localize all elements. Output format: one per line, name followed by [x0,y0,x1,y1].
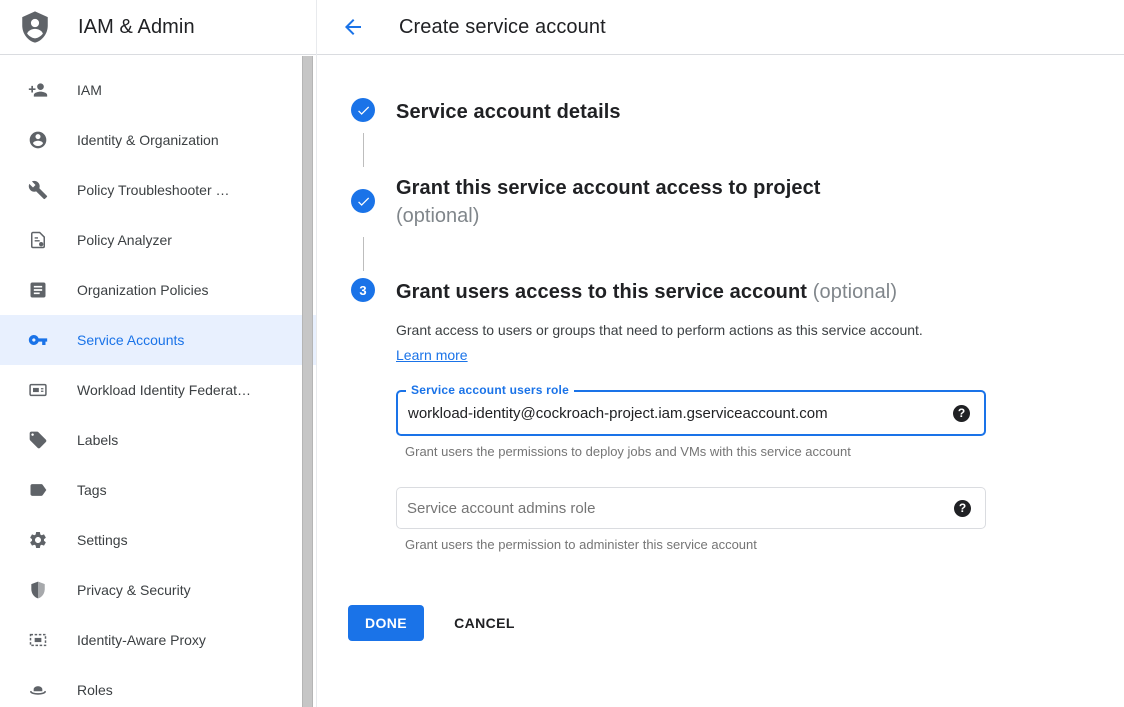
help-icon[interactable] [954,500,971,517]
sidebar-item-tags[interactable]: Tags [0,465,316,515]
document-list-icon [28,280,48,300]
learn-more-link[interactable]: Learn more [396,347,468,363]
sidebar-item-label: Identity-Aware Proxy [77,632,206,648]
app-window: IAM & Admin IAM Identity & Organization … [0,0,1124,707]
proxy-icon [28,630,48,650]
shield-icon [28,580,48,600]
sidebar-item-label: Settings [77,532,128,548]
step-connector-line [363,237,364,271]
badge-card-icon [28,380,48,400]
sidebar-item-label: Labels [77,432,118,448]
sidebar-item-organization-policies[interactable]: Organization Policies [0,265,316,315]
step-connector-line [363,133,364,167]
page-title: Create service account [399,16,606,39]
step-description: Grant access to users or groups that nee… [396,318,941,368]
iam-admin-shield-icon [18,10,52,44]
sidebar-item-roles[interactable]: Roles [0,665,316,707]
service-account-admins-role-input[interactable] [397,488,954,528]
app-title: IAM & Admin [78,16,195,39]
step-grant-access-to-project: Grant this service account access to pro… [351,174,1124,230]
service-account-admins-role-field [396,487,986,529]
service-account-users-role-field: Service account users role [396,390,986,436]
document-gear-icon [28,230,48,250]
sidebar-item-workload-identity-federation[interactable]: Workload Identity Federat… [0,365,316,415]
sidebar-item-iam[interactable]: IAM [0,65,316,115]
step-service-account-details: Service account details [351,98,1124,126]
step-title: Grant this service account access to pro… [396,174,821,202]
action-buttons: DONE CANCEL [348,605,1124,641]
sidebar-item-label: Organization Policies [77,282,209,298]
wrench-icon [28,180,48,200]
step-title: Grant users access to this service accou… [396,278,986,306]
main-panel: Create service account Service account d… [317,0,1124,707]
person-add-icon [28,80,48,100]
sidebar-item-label: Identity & Organization [77,132,219,148]
sidebar-scrollbar[interactable] [302,56,313,707]
service-account-users-role-input[interactable] [398,392,953,434]
sidebar: IAM & Admin IAM Identity & Organization … [0,0,317,707]
sidebar-item-label: Policy Troubleshooter … [77,182,230,198]
step-grant-users-access: 3 Grant users access to this service acc… [351,278,1124,552]
step-optional-label: (optional) [813,281,897,303]
tag-arrow-icon [28,480,48,500]
back-arrow-icon[interactable] [341,15,365,39]
sidebar-item-policy-troubleshooter[interactable]: Policy Troubleshooter … [0,165,316,215]
sidebar-item-policy-analyzer[interactable]: Policy Analyzer [0,215,316,265]
sidebar-item-identity-aware-proxy[interactable]: Identity-Aware Proxy [0,615,316,665]
sidebar-item-label: IAM [77,82,102,98]
step-title: Service account details [396,98,621,126]
page-header: Create service account [317,0,1124,55]
step-complete-check-icon [351,189,375,213]
sidebar-item-label: Workload Identity Federat… [77,382,251,398]
scrollbar-thumb[interactable] [302,56,313,707]
step-title-text: Grant users access to this service accou… [396,281,807,303]
sidebar-item-identity-organization[interactable]: Identity & Organization [0,115,316,165]
gear-icon [28,530,48,550]
help-icon[interactable] [953,405,970,422]
sidebar-item-label: Roles [77,682,113,698]
done-button[interactable]: DONE [348,605,424,641]
step-number-badge: 3 [351,278,375,302]
sidebar-item-label: Privacy & Security [77,582,191,598]
sidebar-item-labels[interactable]: Labels [0,415,316,465]
field-floating-label: Service account users role [406,383,574,397]
sidebar-nav: IAM Identity & Organization Policy Troub… [0,55,316,707]
cancel-button[interactable]: CANCEL [454,615,515,631]
sidebar-item-label: Service Accounts [77,332,184,348]
sidebar-item-service-accounts[interactable]: Service Accounts [0,315,316,365]
step-optional-label: (optional) [396,202,821,230]
sidebar-item-label: Tags [77,482,107,498]
sidebar-item-label: Policy Analyzer [77,232,172,248]
sidebar-item-settings[interactable]: Settings [0,515,316,565]
account-circle-icon [28,130,48,150]
stepper-content: Service account details Grant this servi… [317,55,1124,641]
sidebar-header: IAM & Admin [0,0,316,55]
field-helper-text: Grant users the permission to administer… [396,537,986,552]
hat-icon [28,680,48,700]
label-tag-icon [28,430,48,450]
sidebar-item-privacy-security[interactable]: Privacy & Security [0,565,316,615]
key-icon [28,330,48,350]
step-complete-check-icon [351,98,375,122]
field-helper-text: Grant users the permissions to deploy jo… [396,444,986,459]
description-text: Grant access to users or groups that nee… [396,322,923,338]
